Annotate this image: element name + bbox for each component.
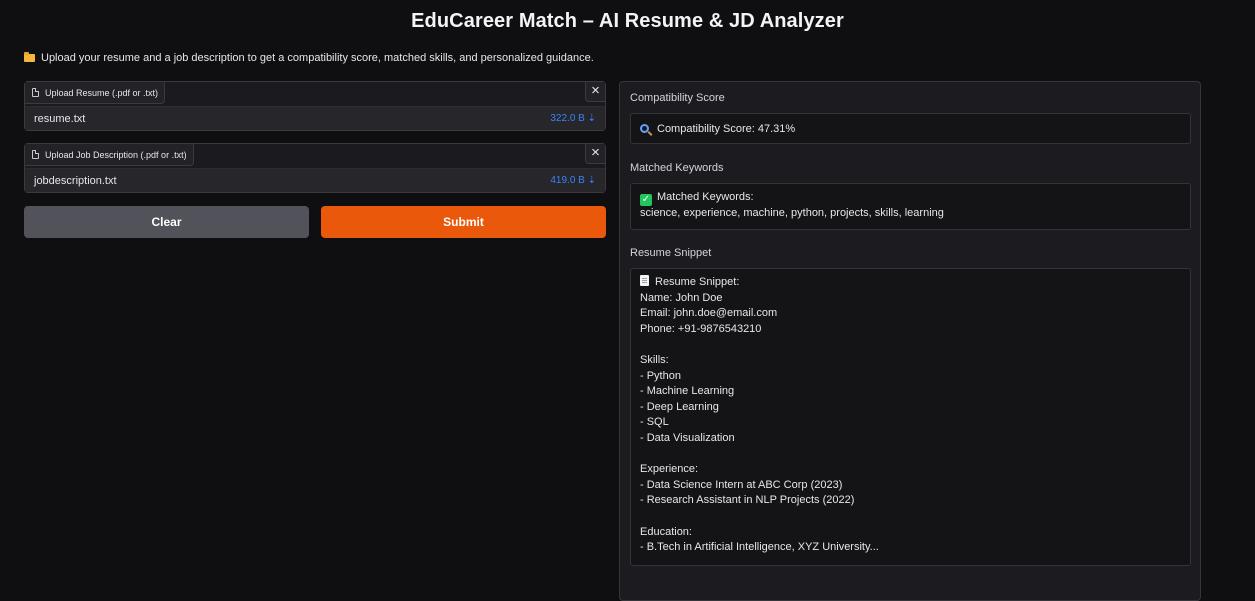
job-description-file-download-link[interactable]: 419.0 B ⇣ — [550, 175, 596, 186]
resume-file-row[interactable]: resume.txt 322.0 B ⇣ — [25, 106, 605, 130]
matched-keywords-list: science, experience, machine, python, pr… — [640, 207, 944, 219]
resume-upload[interactable]: Upload Resume (.pdf or .txt) × resume.tx… — [24, 81, 606, 131]
resume-upload-label-text: Upload Resume (.pdf or .txt) — [45, 87, 159, 98]
folder-icon — [24, 52, 35, 62]
file-icon — [32, 150, 39, 159]
matched-keywords-heading: ✓ Matched Keywords: — [640, 190, 1181, 206]
resume-snippet-heading: Resume Snippet: — [640, 275, 1181, 291]
resume-snippet-body: Name: John Doe Email: john.doe@email.com… — [640, 291, 879, 554]
job-description-file-row[interactable]: jobdescription.txt 419.0 B ⇣ — [25, 168, 605, 192]
compatibility-score-output[interactable]: Compatibility Score: 47.31% — [630, 113, 1191, 144]
page-description-text: Upload your resume and a job description… — [41, 52, 594, 64]
remove-resume-button[interactable]: × — [585, 82, 605, 102]
resume-snippet-title: Resume Snippet: — [655, 276, 740, 288]
resume-upload-label: Upload Resume (.pdf or .txt) — [25, 82, 166, 104]
resume-file-download-link[interactable]: 322.0 B ⇣ — [550, 113, 596, 124]
compatibility-score-label: Compatibility Score — [630, 92, 725, 104]
clear-button[interactable]: Clear — [24, 206, 309, 238]
resume-snippet-output[interactable]: Resume Snippet: Name: John Doe Email: joh… — [630, 268, 1191, 566]
job-description-upload-label: Upload Job Description (.pdf or .txt) — [25, 144, 194, 166]
file-icon — [32, 88, 39, 97]
remove-job-description-button[interactable]: × — [585, 144, 605, 164]
resume-snippet-label: Resume Snippet — [630, 247, 712, 259]
submit-button[interactable]: Submit — [321, 206, 606, 238]
check-icon: ✓ — [640, 194, 652, 206]
magnifier-icon — [640, 124, 649, 133]
page-title: EduCareer Match – AI Resume & JD Analyze… — [411, 10, 844, 32]
page-description: Upload your resume and a job description… — [24, 52, 594, 64]
document-icon — [640, 275, 649, 286]
job-description-upload[interactable]: Upload Job Description (.pdf or .txt) × … — [24, 143, 606, 193]
matched-keywords-label: Matched Keywords — [630, 162, 724, 174]
matched-keywords-title: Matched Keywords: — [657, 191, 754, 203]
resume-file-name: resume.txt — [34, 112, 86, 125]
results-panel: Compatibility Score Compatibility Score:… — [619, 81, 1201, 601]
matched-keywords-output[interactable]: ✓ Matched Keywords: science, experience, … — [630, 183, 1191, 230]
compatibility-score-text: Compatibility Score: 47.31% — [657, 122, 796, 135]
job-description-file-name: jobdescription.txt — [34, 174, 117, 187]
job-description-upload-label-text: Upload Job Description (.pdf or .txt) — [45, 149, 187, 160]
